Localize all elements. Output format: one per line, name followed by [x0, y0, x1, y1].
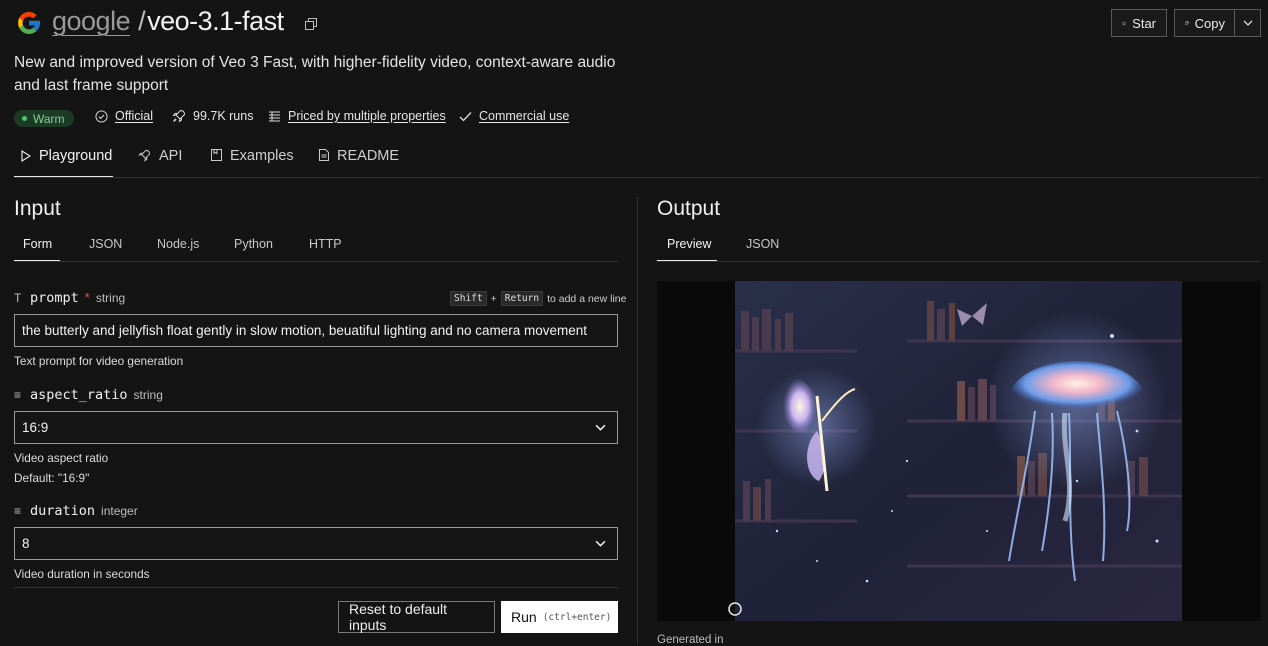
- official-label: Official: [115, 109, 153, 123]
- owner-link[interactable]: google: [52, 6, 131, 36]
- reset-button[interactable]: Reset to default inputs: [338, 601, 495, 633]
- model-title: google/veo-3.1-fast: [52, 6, 284, 37]
- tab-api-label: API: [159, 148, 183, 164]
- status-badge: Warm: [14, 110, 74, 127]
- run-label: Run: [511, 609, 537, 625]
- generated-time-label: Generated in: [657, 634, 724, 646]
- status-label: Warm: [33, 111, 65, 126]
- newline-hint: Shift + Return to add a new line: [450, 291, 626, 306]
- aspect-ratio-name: aspect_ratio: [30, 387, 128, 403]
- return-key: Return: [500, 291, 544, 306]
- star-icon: [1122, 20, 1127, 25]
- aspect-ratio-value: 16:9: [22, 420, 49, 435]
- duration-select[interactable]: 8: [14, 527, 618, 560]
- verified-check-icon: [95, 109, 108, 123]
- output-heading: Output: [657, 197, 721, 220]
- tab-readme[interactable]: README: [319, 148, 399, 178]
- video-preview[interactable]: [657, 281, 1261, 621]
- chevron-down-icon: [595, 540, 606, 547]
- prompt-name: prompt: [30, 290, 79, 306]
- prompt-value: the butterly and jellyfish float gently …: [22, 323, 588, 338]
- google-logo-icon: [18, 12, 40, 34]
- pane-divider[interactable]: [637, 197, 638, 644]
- model-name: veo-3.1-fast: [147, 6, 284, 36]
- hint-plus: +: [490, 292, 497, 305]
- copy-icon[interactable]: [305, 18, 317, 30]
- star-button[interactable]: Star: [1111, 9, 1167, 37]
- list-icon: [269, 111, 280, 122]
- tab-playground-label: Playground: [39, 148, 113, 164]
- prompt-help: Text prompt for video generation: [14, 354, 184, 368]
- input-tab-python[interactable]: Python: [234, 237, 273, 262]
- run-shortcut: (ctrl+enter): [542, 611, 612, 623]
- check-icon: [459, 111, 472, 121]
- input-tabs-divider: [14, 261, 618, 262]
- runs-count: 99.7K runs: [172, 109, 253, 123]
- rocket-icon: [138, 149, 151, 162]
- chevron-down-icon: [595, 424, 606, 431]
- duration-name: duration: [30, 503, 96, 519]
- pricing-link[interactable]: Priced by multiple properties: [268, 109, 446, 123]
- duration-type: integer: [101, 504, 138, 518]
- hint-text: to add a new line: [547, 292, 627, 305]
- license-label: Commercial use: [479, 109, 570, 123]
- input-tab-json[interactable]: JSON: [89, 237, 122, 262]
- shift-key: Shift: [450, 291, 487, 306]
- status-dot-icon: [22, 116, 27, 121]
- prompt-label: T prompt * string: [14, 290, 125, 306]
- duration-value: 8: [22, 536, 30, 551]
- official-link[interactable]: Official: [95, 109, 153, 123]
- input-tab-http[interactable]: HTTP: [309, 237, 342, 262]
- copy-button[interactable]: Copy: [1174, 9, 1235, 37]
- play-icon: [21, 150, 31, 162]
- form-divider: [14, 587, 618, 588]
- input-heading: Input: [14, 197, 61, 220]
- output-tab-json[interactable]: JSON: [746, 237, 779, 262]
- prompt-type: string: [95, 291, 126, 305]
- aspect-ratio-select[interactable]: 16:9: [14, 411, 618, 444]
- star-label: Star: [1132, 15, 1156, 31]
- document-icon: [319, 149, 329, 161]
- duration-help: Video duration in seconds: [14, 567, 150, 581]
- pricing-label: Priced by multiple properties: [288, 109, 446, 123]
- aspect-ratio-help: Video aspect ratio: [14, 451, 109, 465]
- input-tab-nodejs[interactable]: Node.js: [157, 237, 199, 262]
- copy-label: Copy: [1194, 15, 1225, 31]
- output-tabs-divider: [657, 261, 1261, 262]
- duration-label: ≡ duration integer: [14, 503, 138, 519]
- license-link[interactable]: Commercial use: [459, 109, 569, 123]
- aspect-ratio-type: string: [133, 388, 163, 402]
- aspect-ratio-label: ≡ aspect_ratio string: [14, 387, 163, 403]
- text-type-icon: T: [14, 291, 22, 305]
- tab-playground[interactable]: Playground: [14, 148, 113, 178]
- run-button[interactable]: Run (ctrl+enter): [501, 601, 618, 633]
- tab-api[interactable]: API: [138, 148, 182, 178]
- copy-icon: [1185, 21, 1189, 25]
- required-marker: *: [84, 290, 90, 305]
- output-tab-preview[interactable]: Preview: [657, 237, 717, 262]
- prompt-input[interactable]: the butterly and jellyfish float gently …: [14, 314, 618, 347]
- input-tab-form[interactable]: Form: [14, 237, 60, 262]
- aspect-ratio-default: Default: "16:9": [14, 471, 90, 485]
- bookmark-icon: [211, 149, 222, 161]
- tab-examples-label: Examples: [230, 148, 294, 164]
- enum-type-icon: ≡: [14, 388, 22, 402]
- model-description: New and improved version of Veo 3 Fast, …: [14, 54, 616, 94]
- rocket-icon: [172, 109, 186, 123]
- runs-label: 99.7K runs: [193, 109, 254, 123]
- tab-examples[interactable]: Examples: [211, 148, 294, 178]
- video-frame-image: [657, 281, 1261, 621]
- title-separator: /: [138, 6, 146, 36]
- chevron-down-icon: [1243, 20, 1252, 26]
- copy-dropdown-button[interactable]: [1234, 9, 1261, 37]
- tab-readme-label: README: [337, 148, 400, 164]
- enum-type-icon: ≡: [14, 504, 22, 518]
- tabs-divider: [14, 177, 1261, 178]
